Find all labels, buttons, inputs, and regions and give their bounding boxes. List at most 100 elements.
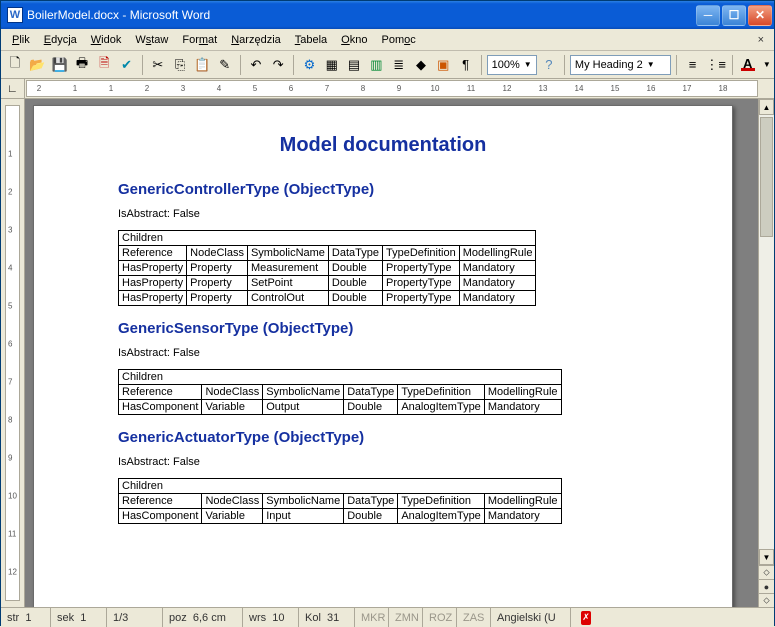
minimize-button[interactable]: ─ bbox=[696, 5, 720, 26]
status-mode-zas[interactable]: ZAS bbox=[457, 608, 491, 627]
table-cell: Mandatory bbox=[459, 276, 536, 291]
menu-tabela[interactable]: Tabela bbox=[288, 32, 334, 48]
menu-close-doc-button[interactable]: × bbox=[752, 34, 770, 46]
undo-button[interactable]: ↶ bbox=[246, 54, 266, 76]
copy-button[interactable]: ⎘ bbox=[170, 54, 190, 76]
bullets-button[interactable]: ≡ bbox=[682, 54, 702, 76]
ruler-tick: 18 bbox=[719, 84, 728, 93]
vertical-scrollbar[interactable]: ▲ ▼ ⬦ ● ⬦ bbox=[758, 99, 774, 607]
hyperlink-button[interactable]: ⚙ bbox=[299, 54, 319, 76]
scroll-up-button[interactable]: ▲ bbox=[759, 99, 774, 115]
ruler-tick: 1 bbox=[109, 84, 113, 93]
menu-format[interactable]: Format bbox=[175, 32, 224, 48]
font-color-button[interactable]: A bbox=[738, 54, 758, 76]
table-cell: Double bbox=[344, 400, 398, 415]
menu-wstaw[interactable]: Wstaw bbox=[128, 32, 175, 48]
prev-page-nav[interactable]: ⬦ bbox=[759, 565, 774, 579]
tables-borders-button[interactable]: ▦ bbox=[322, 54, 342, 76]
table-caption-cell: Children bbox=[119, 479, 562, 494]
table-caption-cell: Children bbox=[119, 370, 562, 385]
vruler-tick: 6 bbox=[8, 340, 12, 349]
vertical-ruler[interactable]: 123456789101112 bbox=[1, 99, 25, 607]
table-header-cell: SymbolicName bbox=[263, 385, 344, 400]
table-cell: Property bbox=[187, 261, 248, 276]
status-pages: 1/3 bbox=[107, 608, 163, 627]
menu-plik[interactable]: Plik bbox=[5, 32, 37, 48]
scroll-thumb[interactable] bbox=[760, 117, 773, 237]
close-button[interactable]: ✕ bbox=[748, 5, 772, 26]
show-marks-button[interactable]: ¶ bbox=[455, 54, 475, 76]
menu-okno[interactable]: Okno bbox=[334, 32, 374, 48]
spellcheck-button[interactable]: ✔ bbox=[116, 54, 136, 76]
ruler-tick: 14 bbox=[575, 84, 584, 93]
tab-selector[interactable]: ∟ bbox=[1, 79, 25, 98]
table-cell: Double bbox=[328, 276, 382, 291]
table-cell: Mandatory bbox=[459, 291, 536, 306]
table-cell: Mandatory bbox=[484, 509, 561, 524]
drawing-button[interactable]: ◆ bbox=[411, 54, 431, 76]
ruler-tick: 2 bbox=[37, 84, 41, 93]
table-row: HasPropertyPropertySetPointDoublePropert… bbox=[119, 276, 536, 291]
font-color-dd[interactable]: ▼ bbox=[760, 54, 770, 76]
ruler-tick: 13 bbox=[539, 84, 548, 93]
status-language[interactable]: Angielski (U bbox=[491, 608, 571, 627]
children-table: ChildrenReferenceNodeClassSymbolicNameDa… bbox=[118, 478, 562, 524]
browse-object-nav[interactable]: ● bbox=[759, 579, 774, 593]
document-area: 123456789101112 Model documentationGener… bbox=[1, 99, 774, 607]
status-spellcheck-icon[interactable]: ✗ bbox=[571, 608, 601, 627]
menu-widok[interactable]: Widok bbox=[84, 32, 129, 48]
table-header-cell: TypeDefinition bbox=[398, 494, 485, 509]
format-painter-button[interactable]: ✎ bbox=[215, 54, 235, 76]
ruler-tick: 7 bbox=[325, 84, 329, 93]
insert-table-button[interactable]: ▤ bbox=[344, 54, 364, 76]
table-cell: Double bbox=[328, 291, 382, 306]
numbering-button[interactable]: ⋮≡ bbox=[705, 54, 727, 76]
print-preview-button[interactable]: 🗎 bbox=[94, 54, 114, 76]
table-cell: HasProperty bbox=[119, 291, 187, 306]
style-combo[interactable]: My Heading 2▼ bbox=[570, 55, 672, 75]
table-cell: Input bbox=[263, 509, 344, 524]
doc-map-button[interactable]: ▣ bbox=[433, 54, 453, 76]
zoom-combo[interactable]: 100%▼ bbox=[487, 55, 537, 75]
table-cell: HasComponent bbox=[119, 509, 202, 524]
section-heading: GenericControllerType (ObjectType) bbox=[118, 181, 648, 198]
horizontal-ruler-row: ∟ 21123456789101112131415161718 bbox=[1, 79, 774, 99]
document-page[interactable]: Model documentationGenericControllerType… bbox=[33, 105, 733, 607]
paste-button[interactable]: 📋 bbox=[192, 54, 212, 76]
table-cell: Measurement bbox=[247, 261, 328, 276]
table-cell: Mandatory bbox=[459, 261, 536, 276]
menu-edycja[interactable]: Edycja bbox=[37, 32, 84, 48]
open-button[interactable]: 📂 bbox=[27, 54, 47, 76]
page-viewport[interactable]: Model documentationGenericControllerType… bbox=[25, 99, 758, 607]
ruler-tick: 1 bbox=[73, 84, 77, 93]
scroll-track[interactable] bbox=[759, 115, 774, 549]
section-heading: GenericSensorType (ObjectType) bbox=[118, 320, 648, 337]
abstract-line: IsAbstract: False bbox=[118, 208, 648, 220]
status-mode-roz[interactable]: ROZ bbox=[423, 608, 457, 627]
menu-pomoc[interactable]: Pomoc bbox=[374, 32, 422, 48]
table-cell: Mandatory bbox=[484, 400, 561, 415]
vruler-tick: 1 bbox=[8, 150, 12, 159]
new-doc-button[interactable]: 🗋 bbox=[5, 54, 25, 76]
status-bar: str 1 sek 1 1/3 poz 6,6 cm wrs 10 Kol 31… bbox=[1, 607, 774, 627]
vruler-tick: 11 bbox=[8, 530, 16, 539]
abstract-line: IsAbstract: False bbox=[118, 347, 648, 359]
save-button[interactable]: 💾 bbox=[50, 54, 70, 76]
vruler-tick: 4 bbox=[8, 264, 12, 273]
horizontal-ruler[interactable]: 21123456789101112131415161718 bbox=[26, 80, 758, 97]
next-page-nav[interactable]: ⬦ bbox=[759, 593, 774, 607]
status-page: str 1 bbox=[1, 608, 51, 627]
table-row: HasComponentVariableOutputDoubleAnalogIt… bbox=[119, 400, 562, 415]
columns-button[interactable]: ≣ bbox=[389, 54, 409, 76]
scroll-down-button[interactable]: ▼ bbox=[759, 549, 774, 565]
redo-button[interactable]: ↷ bbox=[268, 54, 288, 76]
maximize-button[interactable]: ☐ bbox=[722, 5, 746, 26]
table-cell: Double bbox=[344, 509, 398, 524]
excel-button[interactable]: ▥ bbox=[366, 54, 386, 76]
cut-button[interactable]: ✂ bbox=[148, 54, 168, 76]
help-button[interactable]: ? bbox=[539, 54, 559, 76]
print-button[interactable]: 🖶 bbox=[72, 54, 92, 76]
status-mode-mkr[interactable]: MKR bbox=[355, 608, 389, 627]
status-mode-zmn[interactable]: ZMN bbox=[389, 608, 423, 627]
menu-narzedzia[interactable]: Narzędzia bbox=[224, 32, 288, 48]
